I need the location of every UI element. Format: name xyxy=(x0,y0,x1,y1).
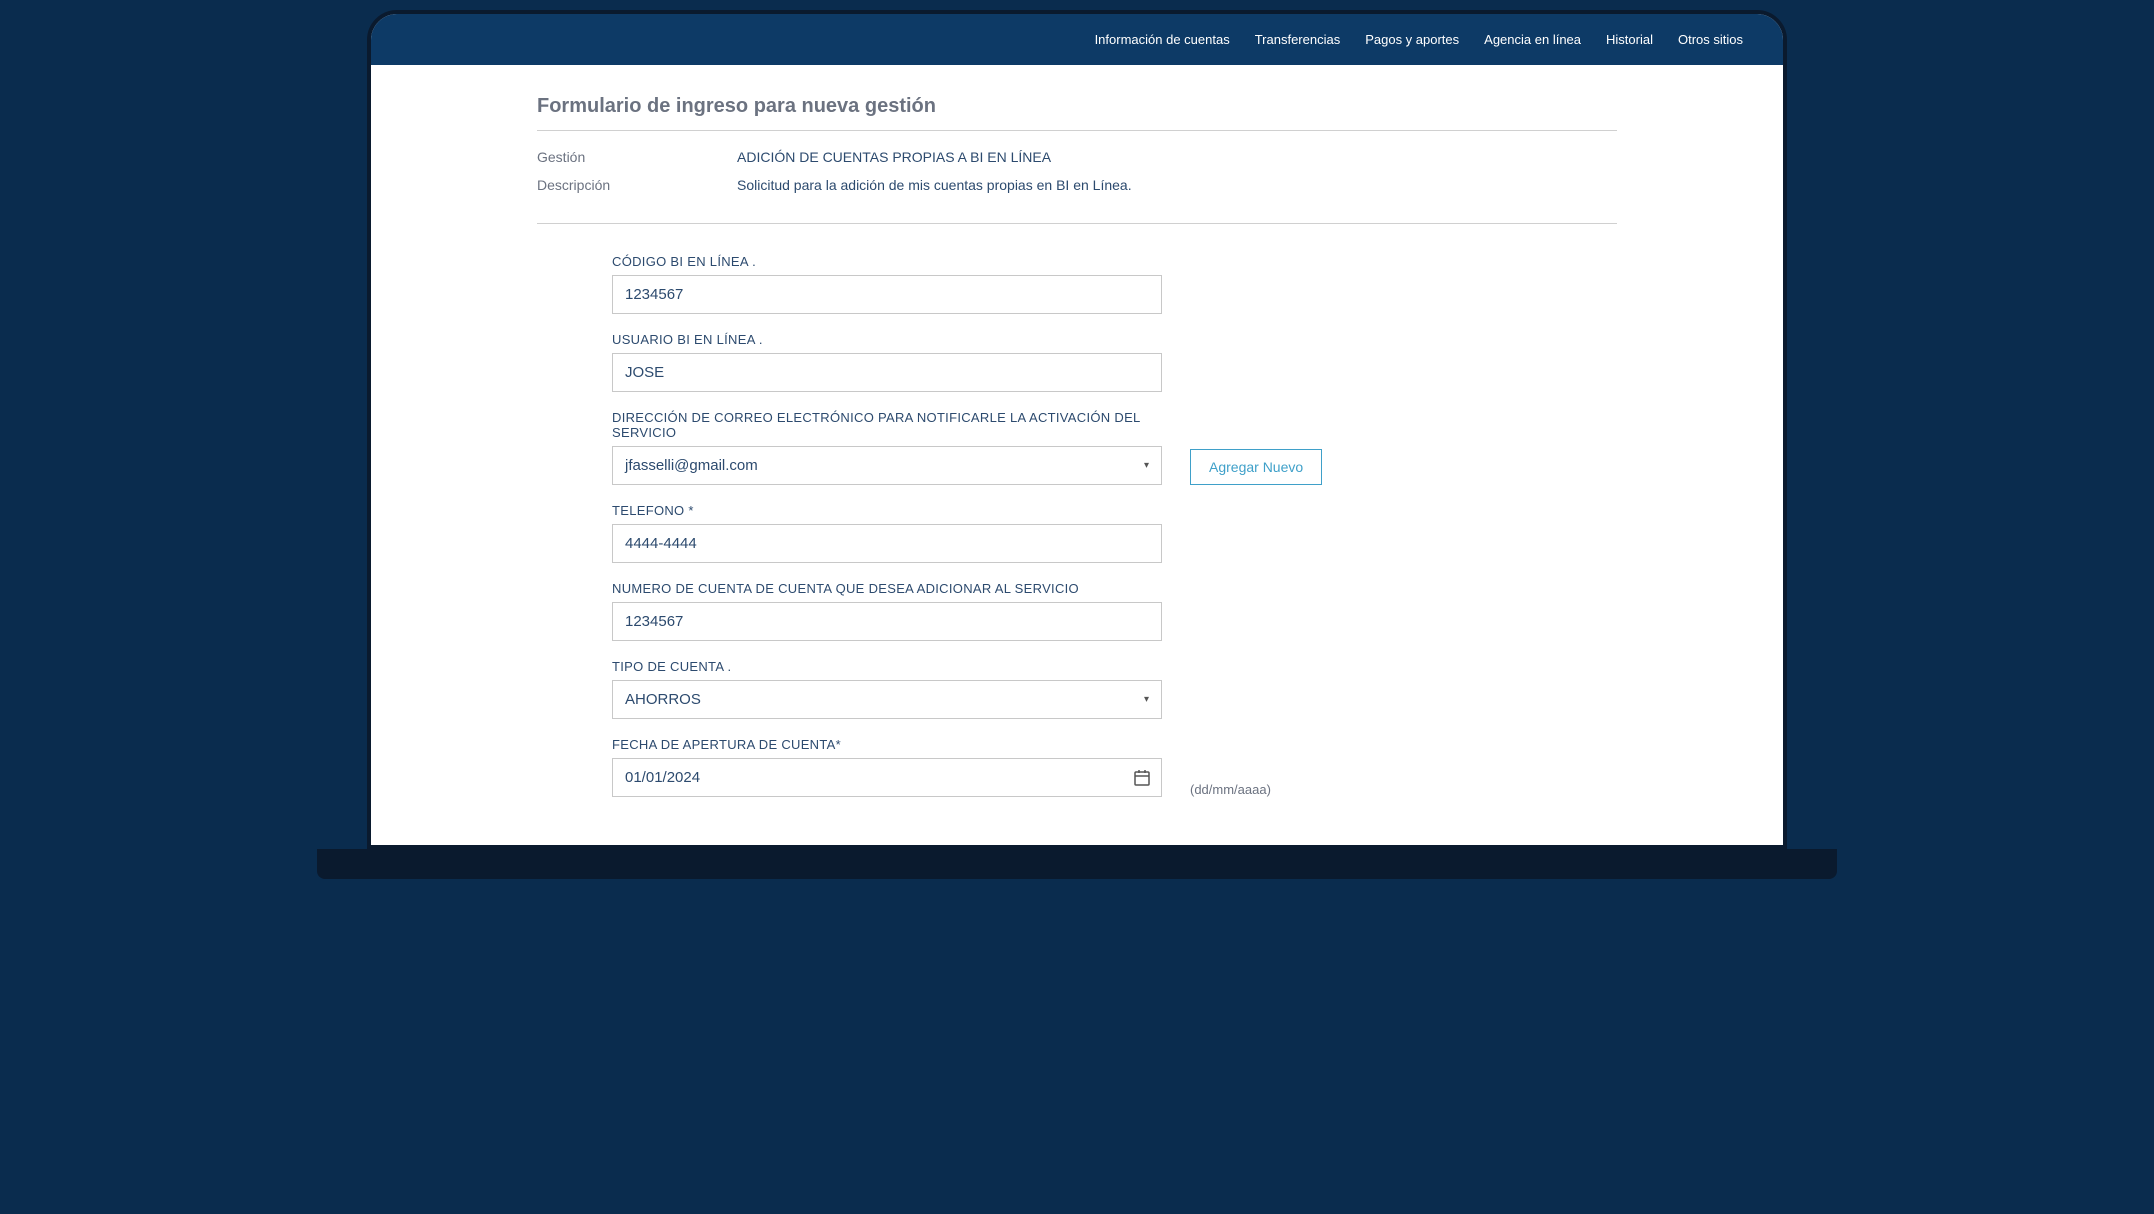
email-label: DIRECCIÓN DE CORREO ELECTRÓNICO PARA NOT… xyxy=(612,410,1162,440)
tipo-cuenta-select[interactable]: AHORROS ▾ xyxy=(612,680,1162,719)
codigo-label: CÓDIGO BI EN LÍNEA . xyxy=(612,254,1617,269)
gestion-row: Gestión ADICIÓN DE CUENTAS PROPIAS A BI … xyxy=(537,149,1617,165)
form-title: Formulario de ingreso para nueva gestión xyxy=(537,95,1617,131)
tipo-cuenta-label: TIPO DE CUENTA . xyxy=(612,659,1617,674)
field-fecha: FECHA DE APERTURA DE CUENTA* xyxy=(612,737,1617,797)
usuario-label: USUARIO BI EN LÍNEA . xyxy=(612,332,1617,347)
telefono-label: TELEFONO * xyxy=(612,503,1617,518)
nav-historial[interactable]: Historial xyxy=(1606,32,1653,47)
nav-pagos-aportes[interactable]: Pagos y aportes xyxy=(1365,32,1459,47)
nav-otros-sitios[interactable]: Otros sitios xyxy=(1678,32,1743,47)
usuario-input[interactable] xyxy=(612,353,1162,392)
info-section: Gestión ADICIÓN DE CUENTAS PROPIAS A BI … xyxy=(537,149,1617,224)
field-telefono: TELEFONO * xyxy=(612,503,1617,563)
field-codigo: CÓDIGO BI EN LÍNEA . xyxy=(612,254,1617,314)
calendar-icon[interactable] xyxy=(1123,761,1161,795)
fecha-hint: (dd/mm/aaaa) xyxy=(1190,782,1271,797)
agregar-nuevo-button[interactable]: Agregar Nuevo xyxy=(1190,449,1322,485)
laptop-frame: Información de cuentas Transferencias Pa… xyxy=(367,10,1787,849)
descripcion-value: Solicitud para la adición de mis cuentas… xyxy=(737,177,1617,193)
chevron-down-icon: ▾ xyxy=(1144,460,1149,471)
nav-informacion-cuentas[interactable]: Información de cuentas xyxy=(1095,32,1230,47)
fecha-input-wrapper xyxy=(612,758,1162,797)
laptop-base xyxy=(317,849,1837,879)
field-numero-cuenta: NUMERO DE CUENTA DE CUENTA QUE DESEA ADI… xyxy=(612,581,1617,641)
fecha-input[interactable] xyxy=(613,759,1123,796)
tipo-cuenta-value: AHORROS xyxy=(625,691,701,708)
codigo-input[interactable] xyxy=(612,275,1162,314)
email-value: jfasselli@gmail.com xyxy=(625,457,758,474)
descripcion-row: Descripción Solicitud para la adición de… xyxy=(537,177,1617,193)
top-navigation: Información de cuentas Transferencias Pa… xyxy=(371,14,1783,65)
numero-cuenta-input[interactable] xyxy=(612,602,1162,641)
fecha-label: FECHA DE APERTURA DE CUENTA* xyxy=(612,737,1162,752)
gestion-value: ADICIÓN DE CUENTAS PROPIAS A BI EN LÍNEA xyxy=(737,149,1617,165)
content-area: Formulario de ingreso para nueva gestión… xyxy=(477,65,1677,845)
nav-transferencias[interactable]: Transferencias xyxy=(1255,32,1341,47)
field-usuario: USUARIO BI EN LÍNEA . xyxy=(612,332,1617,392)
descripcion-label: Descripción xyxy=(537,177,737,193)
field-tipo-cuenta: TIPO DE CUENTA . AHORROS ▾ xyxy=(612,659,1617,719)
nav-agencia-linea[interactable]: Agencia en línea xyxy=(1484,32,1581,47)
telefono-input[interactable] xyxy=(612,524,1162,563)
chevron-down-icon: ▾ xyxy=(1144,694,1149,705)
form-fields: CÓDIGO BI EN LÍNEA . USUARIO BI EN LÍNEA… xyxy=(537,254,1617,797)
numero-cuenta-label: NUMERO DE CUENTA DE CUENTA QUE DESEA ADI… xyxy=(612,581,1617,596)
field-email: DIRECCIÓN DE CORREO ELECTRÓNICO PARA NOT… xyxy=(612,410,1617,485)
email-select[interactable]: jfasselli@gmail.com ▾ xyxy=(612,446,1162,485)
screen: Información de cuentas Transferencias Pa… xyxy=(371,14,1783,845)
gestion-label: Gestión xyxy=(537,149,737,165)
